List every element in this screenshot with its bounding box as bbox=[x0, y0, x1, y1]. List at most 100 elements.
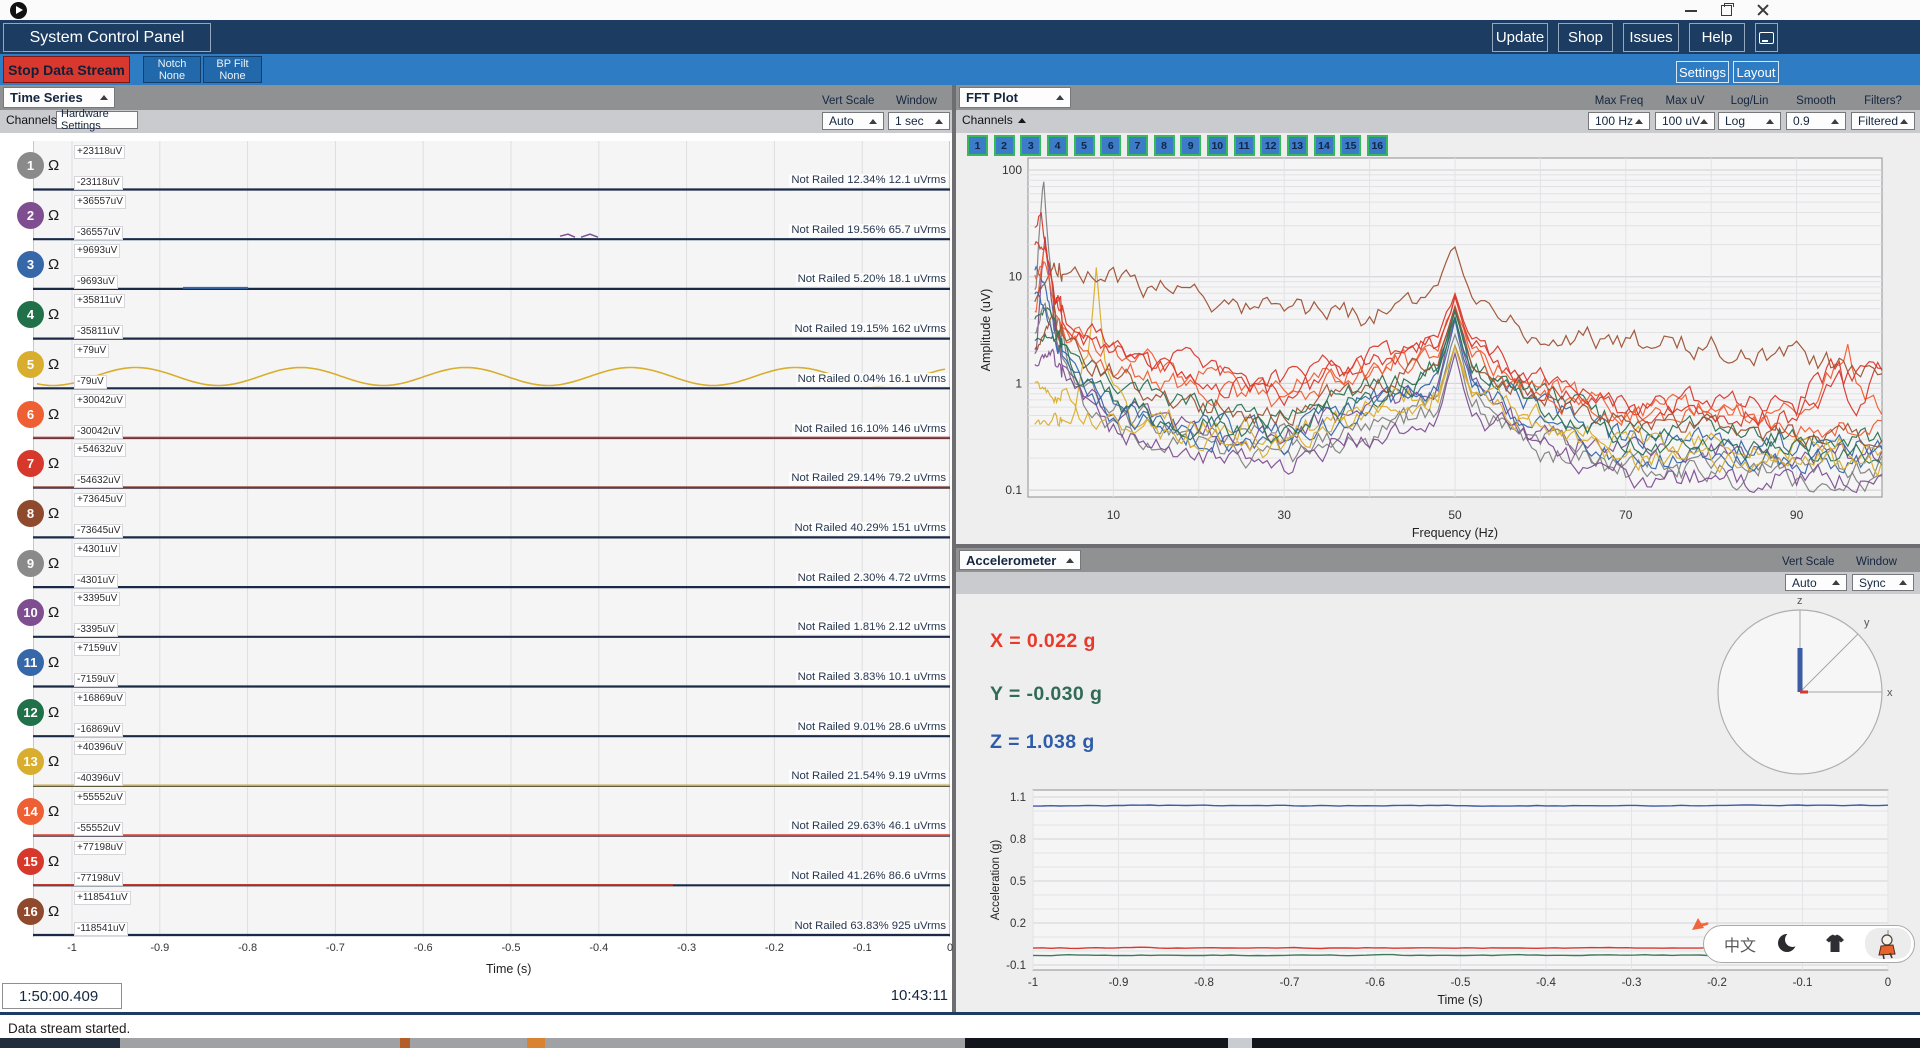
fft-filters-select[interactable]: Filtered bbox=[1851, 112, 1915, 130]
railed-status-label: Not Railed 16.10% 146 uVrms bbox=[792, 422, 948, 436]
channel-7-impedance-button[interactable]: Ω bbox=[48, 455, 59, 472]
fft-channel-3-toggle[interactable]: 3 bbox=[1020, 135, 1042, 156]
channel-16-circle[interactable]: 16 bbox=[17, 897, 44, 925]
fft-channel-12-toggle[interactable]: 12 bbox=[1260, 135, 1282, 156]
fft-channel-1-toggle[interactable]: 1 bbox=[967, 135, 988, 156]
channel-14-circle[interactable]: 14 bbox=[17, 798, 44, 826]
channel-8-impedance-button[interactable]: Ω bbox=[48, 505, 59, 522]
channel-12-impedance-button[interactable]: Ω bbox=[48, 704, 59, 721]
channel-11-impedance-button[interactable]: Ω bbox=[48, 654, 59, 671]
fft-channel-16-toggle[interactable]: 16 bbox=[1366, 135, 1388, 156]
fft-channel-7-toggle[interactable]: 7 bbox=[1126, 135, 1148, 156]
railed-status-label: Not Railed 19.56% 65.7 uVrms bbox=[789, 223, 948, 237]
accel-window-select[interactable]: Sync bbox=[1852, 574, 1914, 591]
fft-widget-dropdown[interactable]: FFT Plot bbox=[959, 87, 1071, 108]
vert-scale-min-label: -118541uV bbox=[74, 921, 129, 936]
channel-3-impedance-button[interactable]: Ω bbox=[48, 256, 59, 273]
language-button[interactable]: 中文 bbox=[1724, 932, 1756, 956]
stop-data-stream-button[interactable]: Stop Data Stream bbox=[3, 56, 130, 83]
channel-9-impedance-button[interactable]: Ω bbox=[48, 555, 59, 572]
vert-scale-min-label: -36557uV bbox=[74, 225, 124, 240]
channel-6-impedance-button[interactable]: Ω bbox=[48, 406, 59, 423]
channel-2-impedance-button[interactable]: Ω bbox=[48, 207, 59, 224]
fft-maxuv-select[interactable]: 100 uV bbox=[1655, 112, 1715, 130]
nav-update-button[interactable]: Update bbox=[1492, 23, 1548, 52]
taskbar-segment[interactable] bbox=[965, 1038, 1920, 1048]
ts-window-select[interactable]: 1 sec bbox=[888, 112, 950, 130]
vert-scale-min-label: -54632uV bbox=[74, 474, 124, 489]
channel-5-circle[interactable]: 5 bbox=[17, 350, 44, 378]
minimize-icon[interactable] bbox=[1676, 0, 1706, 19]
channel-7-circle[interactable]: 7 bbox=[17, 450, 44, 478]
fft-channel-13-toggle[interactable]: 13 bbox=[1286, 135, 1308, 156]
railed-status-label: Not Railed 2.30% 4.72 uVrms bbox=[795, 571, 948, 585]
fft-channel-4-toggle[interactable]: 4 bbox=[1047, 135, 1068, 156]
ts-vert-scale-select[interactable]: Auto bbox=[822, 112, 884, 130]
taskbar-segment[interactable] bbox=[527, 1038, 545, 1048]
channel-6-circle[interactable]: 6 bbox=[17, 400, 44, 428]
notch-filter-button[interactable]: Notch None bbox=[143, 56, 201, 83]
fft-x-axis-title: Frequency (Hz) bbox=[1412, 526, 1498, 540]
fft-channel-10-toggle[interactable]: 10 bbox=[1206, 135, 1228, 156]
vert-scale-max-label: +9693uV bbox=[74, 244, 121, 259]
settings-button[interactable]: Settings bbox=[1676, 61, 1729, 83]
layout-button[interactable]: Layout bbox=[1733, 61, 1779, 83]
accel-x-tick: -0.2 bbox=[1707, 977, 1727, 989]
moon-icon[interactable] bbox=[1778, 932, 1801, 954]
fft-channels-button[interactable]: Channels bbox=[962, 113, 1032, 127]
channel-1-circle[interactable]: 1 bbox=[17, 152, 44, 179]
channel-1-impedance-button[interactable]: Ω bbox=[48, 157, 59, 174]
chevron-up-icon bbox=[100, 95, 108, 100]
channel-15-circle[interactable]: 15 bbox=[17, 847, 44, 875]
railed-status-label: Not Railed 0.04% 16.1 uVrms bbox=[795, 372, 948, 386]
fft-channel-15-toggle[interactable]: 15 bbox=[1340, 135, 1362, 156]
fft-channel-6-toggle[interactable]: 6 bbox=[1100, 135, 1122, 156]
record-icon[interactable] bbox=[10, 2, 27, 19]
accel-vert-scale-select[interactable]: Auto bbox=[1785, 574, 1847, 591]
console-window-button[interactable] bbox=[1755, 23, 1778, 52]
taskbar-segment[interactable] bbox=[400, 1038, 410, 1048]
hardware-settings-button[interactable]: Hardware Settings bbox=[56, 108, 138, 132]
fft-smooth-select[interactable]: 0.9 bbox=[1786, 112, 1846, 130]
accel-y-tick: 0.2 bbox=[1010, 918, 1026, 930]
fft-channel-5-toggle[interactable]: 5 bbox=[1073, 135, 1095, 156]
fft-channel-9-toggle[interactable]: 9 bbox=[1180, 135, 1202, 156]
mascot-icon[interactable] bbox=[1874, 930, 1902, 960]
chevron-up-icon bbox=[935, 118, 943, 124]
nav-shop-button[interactable]: Shop bbox=[1558, 23, 1613, 52]
channel-15-impedance-button[interactable]: Ω bbox=[48, 853, 59, 870]
fft-channel-11-toggle[interactable]: 11 bbox=[1233, 135, 1255, 156]
nav-help-button[interactable]: Help bbox=[1689, 23, 1745, 52]
time-series-widget-dropdown[interactable]: Time Series bbox=[3, 87, 115, 108]
channel-14-impedance-button[interactable]: Ω bbox=[48, 803, 59, 820]
accel-y-tick: 1.1 bbox=[1010, 792, 1026, 804]
accel-widget-dropdown[interactable]: Accelerometer bbox=[959, 550, 1081, 570]
channel-10-impedance-button[interactable]: Ω bbox=[48, 604, 59, 621]
shirt-icon[interactable] bbox=[1824, 933, 1846, 955]
fft-channel-2-toggle[interactable]: 2 bbox=[993, 135, 1015, 156]
channel-4-circle[interactable]: 4 bbox=[17, 301, 44, 329]
fft-channel-8-toggle[interactable]: 8 bbox=[1153, 135, 1175, 156]
close-icon[interactable] bbox=[1748, 0, 1778, 19]
railed-status-label: Not Railed 19.15% 162 uVrms bbox=[792, 323, 948, 337]
ts-trace-channel-3 bbox=[33, 286, 950, 290]
channel-16-impedance-button[interactable]: Ω bbox=[48, 903, 59, 920]
channel-2-circle[interactable]: 2 bbox=[17, 201, 44, 229]
channel-4-impedance-button[interactable]: Ω bbox=[48, 306, 59, 323]
status-message: Data stream started. bbox=[8, 1021, 131, 1036]
fft-loglin-label: Log/Lin bbox=[1730, 95, 1769, 107]
taskbar-segment[interactable] bbox=[0, 1038, 120, 1048]
channel-5-impedance-button[interactable]: Ω bbox=[48, 356, 59, 373]
bandpass-filter-button[interactable]: BP Filt None bbox=[203, 56, 262, 83]
nav-issues-button[interactable]: Issues bbox=[1623, 23, 1679, 52]
channel-12-circle[interactable]: 12 bbox=[17, 698, 44, 726]
railed-status-label: Not Railed 5.20% 18.1 uVrms bbox=[795, 273, 948, 287]
channel-13-impedance-button[interactable]: Ω bbox=[48, 753, 59, 770]
channel-8-circle[interactable]: 8 bbox=[17, 499, 44, 527]
restore-icon[interactable] bbox=[1712, 0, 1742, 19]
channel-11-circle[interactable]: 11 bbox=[17, 649, 44, 676]
channel-9-circle[interactable]: 9 bbox=[17, 549, 44, 577]
fft-maxfreq-select[interactable]: 100 Hz bbox=[1588, 112, 1650, 130]
fft-channel-14-toggle[interactable]: 14 bbox=[1313, 135, 1335, 156]
fft-loglin-select[interactable]: Log bbox=[1718, 112, 1781, 130]
